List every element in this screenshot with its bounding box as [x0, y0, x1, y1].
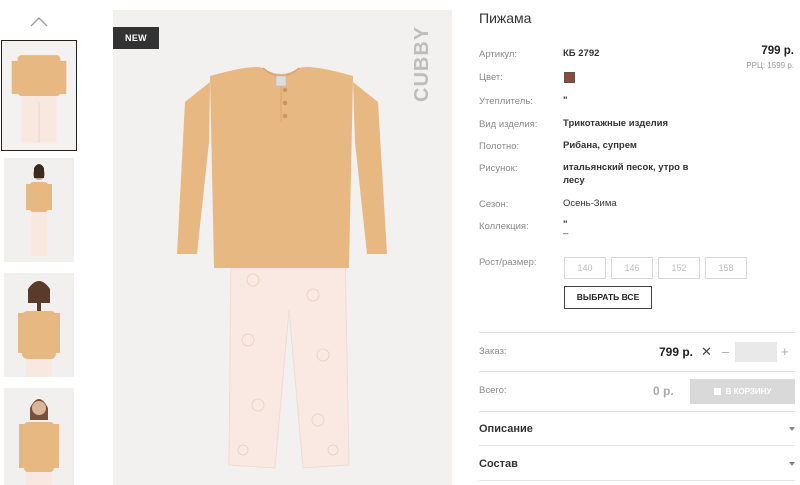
divider [479, 371, 795, 372]
times-icon: ✕ [701, 344, 712, 359]
type-label: Вид изделия: [479, 119, 538, 130]
total-label: Всего: [479, 385, 507, 396]
divider [479, 445, 795, 446]
divider [479, 332, 795, 333]
size-label: Рост/размер: [479, 257, 537, 268]
quantity-input[interactable] [735, 342, 777, 362]
product-info-panel: Пижама Артикул: КБ 2792 799 р. РРЦ: 1599… [479, 0, 800, 485]
product-title: Пижама [479, 10, 532, 26]
order-price: 799 р. [659, 345, 694, 359]
divider [479, 480, 795, 481]
accordion-description-title: Описание [479, 423, 533, 435]
brand-logo: CUBBY [411, 26, 433, 102]
accordion-composition-title: Состав [479, 458, 518, 470]
thumbnail-4[interactable] [4, 388, 74, 485]
season-label: Сезон: [479, 199, 509, 210]
color-swatch[interactable] [564, 72, 575, 83]
pattern-value-line-1: итальянский песок, утро в [563, 162, 689, 173]
add-to-cart-label: В КОРЗИНУ [725, 387, 772, 396]
article-value: КБ 2792 [563, 48, 600, 59]
main-product-image[interactable]: NEW CUBBY [113, 10, 452, 485]
order-label: Заказ: [479, 346, 507, 357]
accordion-composition[interactable]: Состав [479, 449, 795, 477]
season-value: Осень-Зима [563, 198, 617, 209]
quantity-decrease-button[interactable]: – [722, 344, 729, 359]
product-price: 799 р. [761, 45, 794, 57]
quantity-increase-button[interactable]: + [781, 344, 789, 359]
size-option-140[interactable]: 140 [564, 257, 606, 279]
accordion-description[interactable]: Описание [479, 414, 795, 442]
thumbnail-gallery [0, 0, 80, 485]
size-option-146[interactable]: 146 [611, 257, 653, 279]
total-value: 0 р. [653, 384, 674, 398]
fabric-value: Рибана, супрем [563, 140, 637, 151]
size-option-152[interactable]: 152 [658, 257, 700, 279]
article-label: Артикул: [479, 49, 518, 60]
color-label: Цвет: [479, 72, 503, 83]
cart-icon [713, 388, 721, 395]
type-value: Трикотажные изделия [563, 118, 669, 129]
thumbnail-3[interactable] [4, 273, 74, 377]
size-option-158[interactable]: 158 [705, 257, 747, 279]
recommended-price: РРЦ: 1599 р. [746, 61, 794, 70]
select-all-sizes-button[interactable]: ВЫБРАТЬ ВСЕ [564, 286, 652, 309]
collection-label: Коллекция: [479, 221, 529, 232]
add-to-cart-button[interactable]: В КОРЗИНУ [690, 379, 795, 404]
divider [479, 411, 795, 412]
svg-text:CUBBY: CUBBY [411, 26, 433, 102]
pattern-value-line-2: лесу [563, 175, 585, 186]
thumbnail-1[interactable] [1, 40, 77, 151]
collection-value-line-2: – [563, 228, 569, 239]
pattern-label: Рисунок: [479, 163, 518, 174]
insulation-value: " [563, 95, 568, 106]
insulation-label: Утеплитель: [479, 96, 533, 107]
chevron-up-icon[interactable] [29, 14, 49, 28]
chevron-down-icon [789, 427, 795, 431]
thumbnail-2[interactable] [4, 158, 74, 262]
chevron-down-icon [789, 462, 795, 466]
fabric-label: Полотно: [479, 141, 520, 152]
new-badge: NEW [113, 27, 159, 49]
